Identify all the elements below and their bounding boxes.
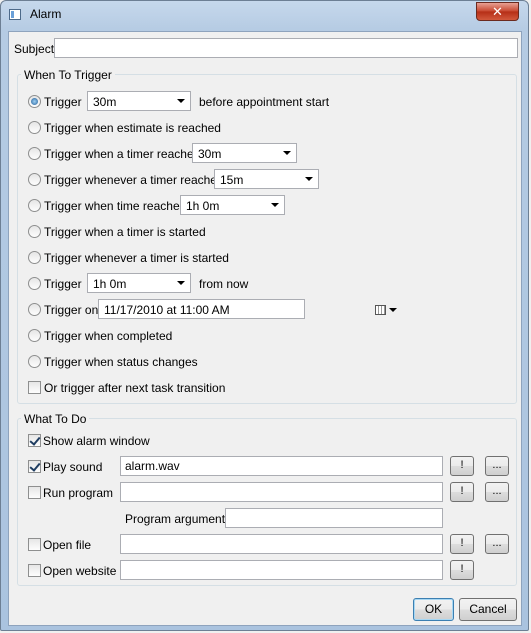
play-sound-checkbox[interactable]	[28, 460, 41, 473]
open-file-label: Open file	[43, 538, 92, 552]
time-reaches-combo[interactable]: 1h 0m	[180, 195, 285, 215]
trigger-status-changes-radio[interactable]	[28, 355, 41, 368]
chevron-down-icon	[389, 308, 397, 312]
when-to-trigger-title: When To Trigger	[21, 68, 115, 82]
trigger-on-date-label: Trigger on	[44, 303, 99, 317]
open-website-checkbox[interactable]	[28, 564, 41, 577]
open-file-checkbox[interactable]	[28, 538, 41, 551]
show-alarm-window-label: Show alarm window	[43, 434, 150, 448]
test-sound-button[interactable]: !	[450, 456, 474, 476]
test-website-button[interactable]: !	[450, 560, 474, 580]
close-icon[interactable]: ✕	[476, 2, 519, 21]
trigger-timer-reaches-label: Trigger when a timer reaches	[44, 147, 200, 161]
from-now-combo[interactable]: 1h 0m	[87, 273, 191, 293]
trigger-time-reaches-label: Trigger when time reaches	[44, 199, 186, 213]
dialog-client-area: Subject When To Trigger Trigger 30m befo…	[8, 31, 522, 626]
before-start-combo[interactable]: 30m	[87, 91, 191, 111]
trigger-whenever-timer-reaches-label: Trigger whenever a timer reaches	[44, 173, 223, 187]
trigger-before-start-label: Trigger	[44, 95, 82, 109]
calendar-icon	[375, 305, 386, 315]
sound-file-input[interactable]	[120, 456, 443, 476]
trigger-whenever-timer-reaches-radio[interactable]	[28, 173, 41, 186]
program-path-input[interactable]	[120, 482, 443, 502]
trigger-on-date-radio[interactable]	[28, 303, 41, 316]
timer-reaches-combo[interactable]: 30m	[192, 143, 297, 163]
open-website-label: Open website	[43, 564, 117, 578]
subject-label: Subject	[14, 42, 55, 56]
ok-button[interactable]: OK	[413, 598, 454, 621]
trigger-estimate-radio[interactable]	[28, 121, 41, 134]
alarm-app-icon	[9, 9, 21, 20]
after-transition-checkbox[interactable]	[28, 381, 41, 394]
program-arguments-label: Program arguments	[125, 512, 232, 526]
chevron-down-icon	[305, 177, 313, 181]
trigger-timer-started-radio[interactable]	[28, 225, 41, 238]
chevron-down-icon	[283, 151, 291, 155]
trigger-before-start-radio[interactable]	[28, 95, 41, 108]
subject-input[interactable]	[54, 38, 518, 58]
trigger-estimate-label: Trigger when estimate is reached	[44, 121, 221, 135]
website-url-input[interactable]	[120, 560, 443, 580]
trigger-from-now-radio[interactable]	[28, 277, 41, 290]
browse-file-button[interactable]: ...	[485, 534, 509, 554]
test-file-button[interactable]: !	[450, 534, 474, 554]
play-sound-label: Play sound	[43, 460, 103, 474]
run-program-checkbox[interactable]	[28, 486, 41, 499]
trigger-whenever-timer-started-radio[interactable]	[28, 251, 41, 264]
program-arguments-input[interactable]	[225, 508, 443, 528]
chevron-down-icon	[177, 99, 185, 103]
title-bar[interactable]: Alarm ✕	[1, 1, 528, 27]
trigger-timer-started-label: Trigger when a timer is started	[44, 225, 206, 239]
chevron-down-icon	[177, 281, 185, 285]
trigger-whenever-timer-started-label: Trigger whenever a timer is started	[44, 251, 229, 265]
browse-program-button[interactable]: ...	[485, 482, 509, 502]
trigger-date-picker[interactable]: 11/17/2010 at 11:00 AM	[98, 299, 397, 319]
trigger-time-reaches-radio[interactable]	[28, 199, 41, 212]
run-program-label: Run program	[43, 486, 114, 500]
chevron-down-icon	[271, 203, 279, 207]
cancel-button[interactable]: Cancel	[459, 598, 517, 621]
browse-sound-button[interactable]: ...	[485, 456, 509, 476]
file-path-input[interactable]	[120, 534, 443, 554]
what-to-do-title: What To Do	[21, 412, 90, 426]
trigger-from-now-label: Trigger	[44, 277, 82, 291]
whenever-timer-reaches-combo[interactable]: 15m	[214, 169, 319, 189]
from-now-suffix: from now	[199, 277, 249, 291]
trigger-completed-radio[interactable]	[28, 329, 41, 342]
show-alarm-window-checkbox[interactable]	[28, 434, 41, 447]
window-title: Alarm	[30, 7, 62, 21]
trigger-status-changes-label: Trigger when status changes	[44, 355, 198, 369]
trigger-timer-reaches-radio[interactable]	[28, 147, 41, 160]
after-transition-label: Or trigger after next task transition	[44, 381, 226, 395]
before-start-suffix: before appointment start	[199, 95, 330, 109]
trigger-completed-label: Trigger when completed	[44, 329, 173, 343]
test-program-button[interactable]: !	[450, 482, 474, 502]
alarm-dialog: Alarm ✕ Subject When To Trigger Trigger …	[0, 0, 529, 631]
